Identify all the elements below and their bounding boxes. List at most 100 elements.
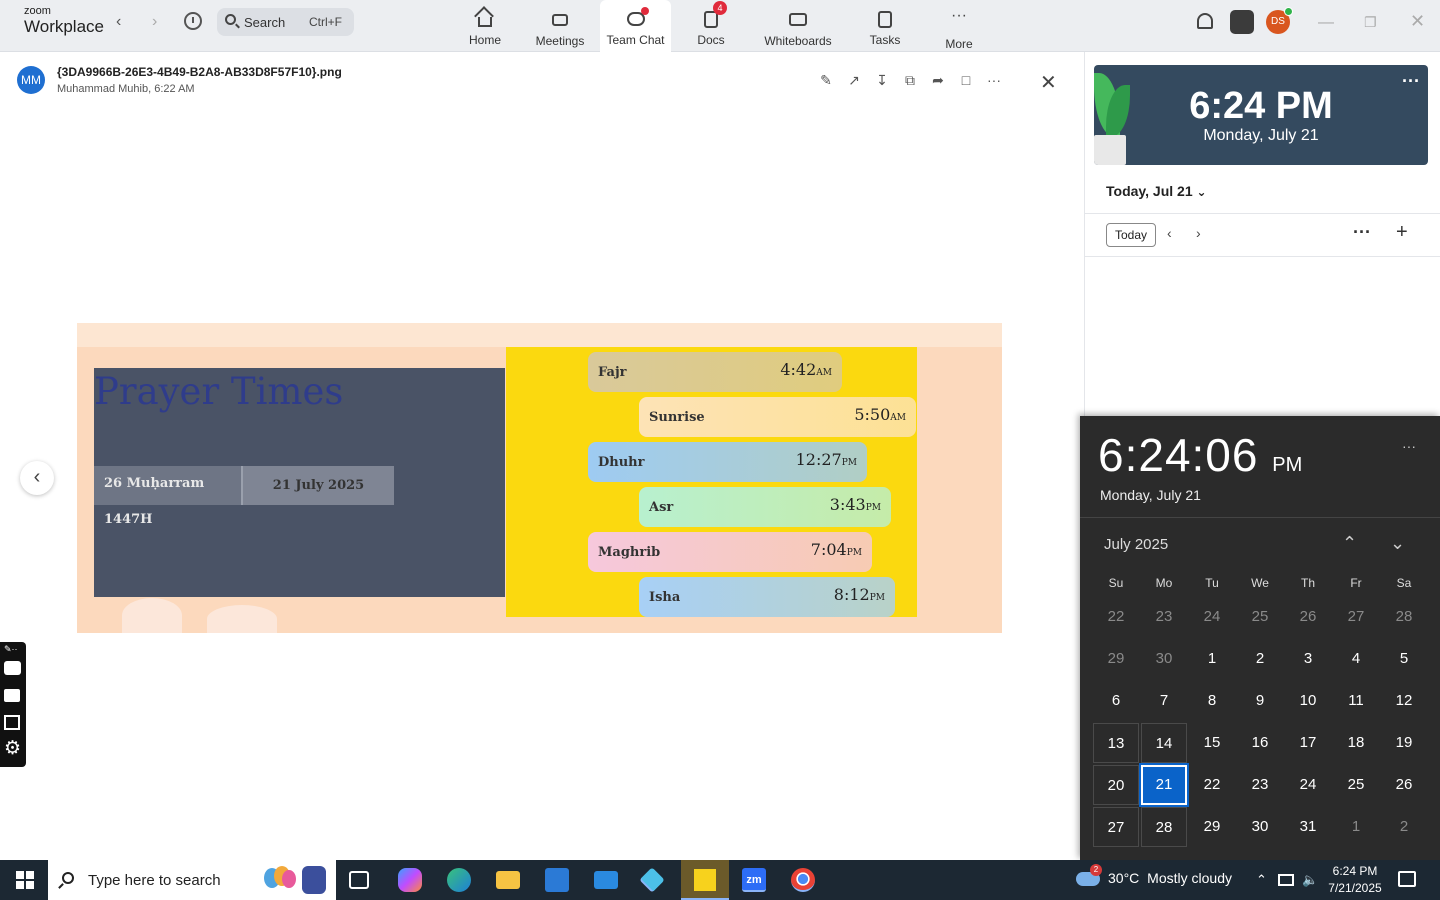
avatar[interactable]: DS — [1266, 7, 1293, 34]
taskbar-search[interactable]: Type here to search — [48, 860, 336, 900]
volume-icon[interactable]: 🔈 — [1302, 872, 1318, 888]
tab-more[interactable]: ··· More — [936, 0, 982, 52]
calendar-day[interactable]: 20 — [1093, 765, 1139, 805]
calendar-day[interactable]: 29 — [1093, 639, 1139, 679]
bell-icon[interactable] — [1197, 13, 1213, 29]
calendar-day[interactable]: 1 — [1333, 807, 1379, 847]
close-window-icon[interactable]: ✕ — [1410, 11, 1425, 32]
pen-icon[interactable]: ✎·· — [4, 644, 22, 662]
chrome-icon[interactable] — [791, 868, 815, 892]
calendar-day[interactable]: 23 — [1237, 765, 1283, 805]
close-viewer-icon[interactable]: ✕ — [1040, 70, 1057, 95]
task-view-icon[interactable] — [349, 871, 369, 889]
copilot-icon[interactable] — [398, 868, 422, 892]
calendar-day[interactable]: 9 — [1237, 681, 1283, 721]
tab-docs[interactable]: 4 Docs — [686, 0, 736, 52]
video-icon[interactable] — [4, 689, 20, 702]
calendar-day[interactable]: 4 — [1333, 639, 1379, 679]
calendar-day[interactable]: 27 — [1333, 597, 1379, 637]
camera-icon[interactable] — [4, 661, 21, 675]
calendar-day[interactable]: 3 — [1285, 639, 1331, 679]
calendar-day[interactable]: 29 — [1189, 807, 1235, 847]
taskbar-clock[interactable]: 6:24 PM 7/21/2025 — [1328, 863, 1382, 897]
window-icon[interactable] — [4, 715, 20, 730]
calendar-day[interactable]: 7 — [1141, 681, 1187, 721]
history-icon[interactable] — [184, 12, 202, 30]
sticky-notes-button[interactable] — [681, 860, 729, 900]
download-icon[interactable]: ↧ — [874, 72, 890, 88]
tab-tasks[interactable]: Tasks — [862, 0, 908, 52]
calendar-day[interactable]: 17 — [1285, 723, 1331, 763]
calendar-day[interactable]: 6 — [1093, 681, 1139, 721]
forward-arrow-icon[interactable]: › — [152, 13, 157, 31]
calendar-day[interactable]: 31 — [1285, 807, 1331, 847]
more-options-icon[interactable]: ··· — [986, 72, 1002, 88]
more-options-icon[interactable]: ··· — [1402, 71, 1420, 92]
calendar-day[interactable]: 12 — [1381, 681, 1427, 721]
calendar-day[interactable]: 10 — [1285, 681, 1331, 721]
chevron-up-icon[interactable]: ⌃ — [1256, 872, 1267, 888]
calendar-day[interactable]: 18 — [1333, 723, 1379, 763]
open-external-icon[interactable]: ↗ — [846, 72, 862, 88]
calendar-day[interactable]: 24 — [1285, 765, 1331, 805]
minimize-icon[interactable]: — — [1318, 14, 1334, 32]
more-options-icon[interactable]: ··· — [1402, 438, 1416, 454]
calendar-day[interactable]: 11 — [1333, 681, 1379, 721]
month-label[interactable]: July 2025 — [1104, 536, 1168, 553]
chevron-down-icon[interactable]: ⌄ — [1390, 533, 1405, 554]
calendar-day[interactable]: 13 — [1093, 723, 1139, 763]
windows-start-icon[interactable] — [16, 871, 34, 889]
calendar-day[interactable]: 14 — [1141, 723, 1187, 763]
edge-icon[interactable] — [447, 868, 471, 892]
calendar-day[interactable]: 30 — [1237, 807, 1283, 847]
share-icon[interactable]: ➦ — [930, 72, 946, 88]
calendar-day[interactable]: 2 — [1237, 639, 1283, 679]
bookmark-icon[interactable]: □ — [958, 72, 974, 88]
calendar-day[interactable]: 26 — [1285, 597, 1331, 637]
mail-icon[interactable] — [594, 871, 618, 889]
search-box[interactable]: Search Ctrl+F — [217, 8, 354, 36]
calendar-day[interactable]: 5 — [1381, 639, 1427, 679]
back-arrow-icon[interactable]: ‹ — [116, 13, 121, 31]
tab-home[interactable]: Home — [460, 0, 510, 52]
chevron-left-icon[interactable]: ‹ — [1167, 225, 1172, 241]
copy-icon[interactable]: ⧉ — [902, 72, 918, 88]
chevron-right-icon[interactable]: › — [1196, 225, 1201, 241]
calendar-day[interactable]: 25 — [1237, 597, 1283, 637]
calendar-day[interactable]: 23 — [1141, 597, 1187, 637]
calendar-day[interactable]: 1 — [1189, 639, 1235, 679]
calendar-day[interactable]: 2 — [1381, 807, 1427, 847]
today-button[interactable]: Today — [1106, 223, 1156, 247]
calendar-day[interactable]: 28 — [1381, 597, 1427, 637]
calendar-day[interactable]: 19 — [1381, 723, 1427, 763]
calendar-day[interactable]: 16 — [1237, 723, 1283, 763]
maximize-icon[interactable]: ❐ — [1364, 14, 1377, 31]
calendar-day[interactable]: 27 — [1093, 807, 1139, 847]
calendar-day[interactable]: 28 — [1141, 807, 1187, 847]
notification-icon[interactable] — [1398, 871, 1416, 887]
tab-whiteboards[interactable]: Whiteboards — [760, 0, 836, 52]
calendar-day-selected[interactable]: 21 — [1139, 763, 1189, 807]
add-event-icon[interactable]: + — [1396, 221, 1408, 244]
flyout-date[interactable]: Monday, July 21 — [1100, 487, 1201, 503]
today-dropdown[interactable]: Today, Jul 21 ⌄ — [1106, 183, 1207, 199]
chevron-up-icon[interactable]: ⌃ — [1342, 533, 1357, 554]
calendar-day[interactable]: 25 — [1333, 765, 1379, 805]
calendar-day[interactable]: 26 — [1381, 765, 1427, 805]
calendar-day[interactable]: 22 — [1189, 765, 1235, 805]
file-explorer-icon[interactable] — [496, 871, 520, 889]
previous-image-button[interactable]: ‹ — [20, 461, 54, 495]
edit-icon[interactable]: ✎ — [818, 72, 834, 88]
gear-icon[interactable]: ⚙ — [4, 739, 22, 758]
zoom-icon[interactable]: zm — [742, 868, 766, 892]
calendar-day[interactable]: 30 — [1141, 639, 1187, 679]
weather-widget[interactable]: 2 30°C Mostly cloudy — [1076, 864, 1232, 887]
more-options-icon[interactable]: ··· — [1353, 222, 1371, 243]
store-icon[interactable] — [545, 868, 569, 892]
calendar-day[interactable]: 15 — [1189, 723, 1235, 763]
calendar-day[interactable]: 24 — [1189, 597, 1235, 637]
calendar-day[interactable]: 22 — [1093, 597, 1139, 637]
tab-meetings[interactable]: Meetings — [530, 0, 590, 52]
gift-icon[interactable] — [1230, 10, 1254, 34]
calendar-day[interactable]: 8 — [1189, 681, 1235, 721]
